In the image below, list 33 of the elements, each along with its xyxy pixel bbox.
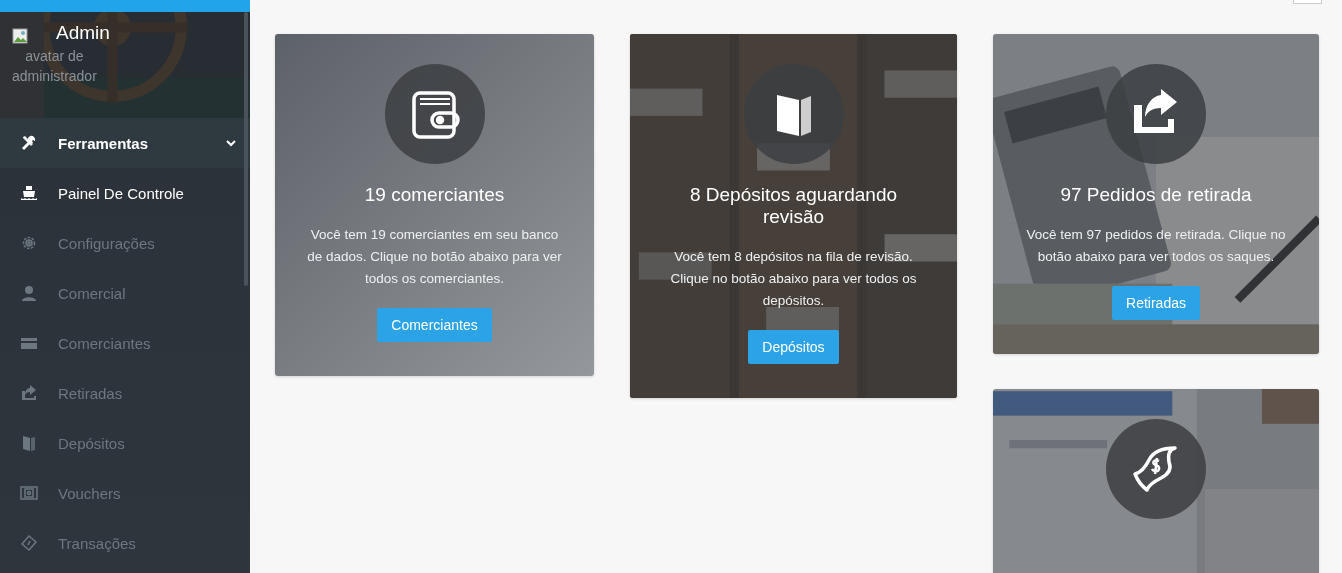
- view-button[interactable]: Depósitos: [748, 330, 839, 364]
- card-title: 19 comerciantes: [363, 184, 506, 206]
- ship-icon: [20, 184, 38, 202]
- share-icon: [20, 384, 38, 402]
- card-title: 97 Pedidos de retirada: [1059, 184, 1253, 206]
- card-description: Você tem 8 depósitos na fila de revisão. Clique no botão abaixo para ver todos os depósitos.: [669, 248, 918, 310]
- menu-item[interactable]: Comerciantes: [0, 318, 250, 368]
- view-button[interactable]: Comerciantes: [377, 308, 492, 342]
- card-description: Você tem 97 pedidos de retirada. Clique no botão abaixo para ver todos os saques.: [1025, 226, 1287, 266]
- scrollbar-thumb[interactable]: [244, 12, 248, 286]
- broken-image-icon: [12, 28, 28, 44]
- wallet-icon: [409, 89, 460, 139]
- chevron-icon: [226, 138, 236, 148]
- menu-item[interactable]: Painel De Controle: [0, 168, 250, 218]
- card-description: Você tem 19 comerciantes em seu banco de dados. Clique no botão abaixo para ver todos os comerciantes.: [306, 226, 563, 288]
- banknote-icon: [20, 534, 38, 552]
- menu-item[interactable]: Retiradas: [0, 368, 250, 418]
- menu-item[interactable]: Comercial: [0, 268, 250, 318]
- toggle-button[interactable]: [1293, 0, 1322, 4]
- user-name: Admin: [56, 22, 110, 44]
- tools-icon: [20, 134, 38, 152]
- card-title: 8 Depósitos aguardando revisão: [688, 184, 898, 228]
- menu-item[interactable]: Vouchers: [0, 468, 250, 518]
- book-icon: [20, 434, 38, 452]
- ticket-icon: [20, 484, 38, 502]
- menu-item[interactable]: Transações: [0, 518, 250, 568]
- menu-item[interactable]: Configurações: [0, 218, 250, 268]
- avatar-alt-text: avatar de administrador: [12, 47, 97, 86]
- view-button[interactable]: Retiradas: [1112, 286, 1200, 320]
- menu-group[interactable]: Ferramentas: [0, 118, 250, 168]
- gear-icon: [20, 234, 38, 252]
- menu-item[interactable]: Depósitos: [0, 418, 250, 468]
- person-icon: [20, 284, 38, 302]
